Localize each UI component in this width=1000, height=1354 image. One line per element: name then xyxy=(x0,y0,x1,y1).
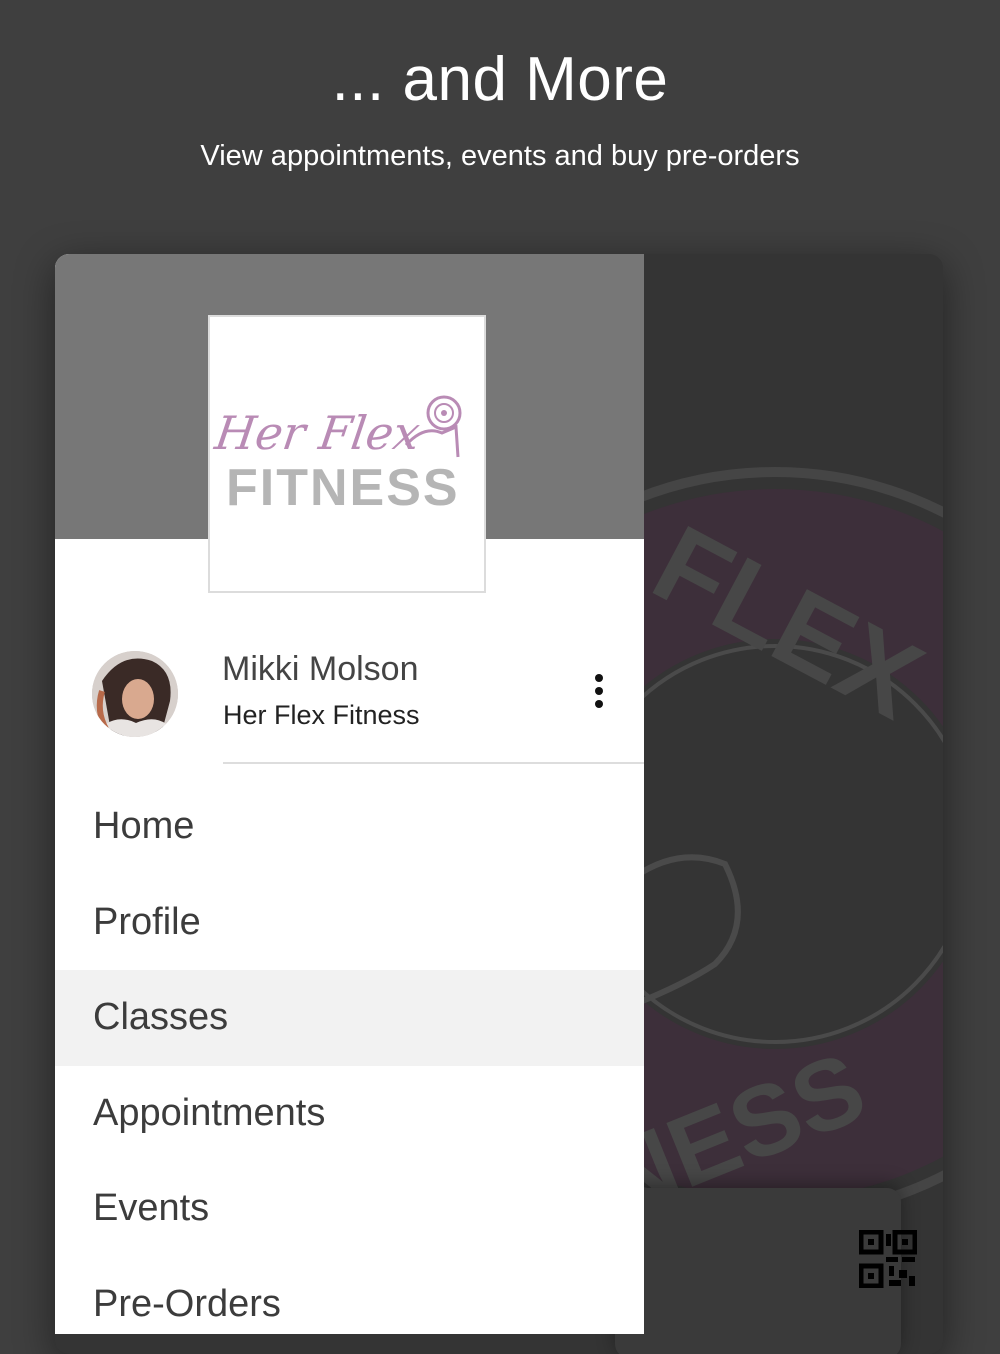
brand-logo: Her Flex FITNESS xyxy=(208,315,486,593)
menu-item-pre-orders[interactable]: Pre-Orders xyxy=(55,1257,644,1335)
avatar[interactable] xyxy=(92,651,178,737)
bottom-card xyxy=(615,1188,917,1354)
menu-item-appointments[interactable]: Appointments xyxy=(55,1066,644,1162)
user-organization: Her Flex Fitness xyxy=(223,700,420,730)
drawer-menu: Home Profile Classes Appointments Events… xyxy=(55,779,644,1334)
navigation-drawer: Her Flex FITNESS Mikki Molson Her Flex F… xyxy=(55,254,644,1334)
profile-divider xyxy=(223,762,644,764)
menu-item-profile[interactable]: Profile xyxy=(55,875,644,971)
logo-script-text: Her Flex xyxy=(211,406,423,460)
hero-subtitle: View appointments, events and buy pre-or… xyxy=(200,140,800,172)
menu-item-classes[interactable]: Classes xyxy=(55,970,644,1066)
user-name: Mikki Molson xyxy=(222,650,419,688)
hero-title: ... and More xyxy=(331,45,669,114)
brand-logo-graphic: Her Flex FITNESS xyxy=(211,395,462,517)
menu-item-events[interactable]: Events xyxy=(55,1161,644,1257)
more-vertical-icon[interactable] xyxy=(587,674,611,714)
user-profile-row[interactable]: Mikki Molson Her Flex Fitness xyxy=(55,644,644,764)
qr-code-icon[interactable] xyxy=(859,1230,917,1288)
avatar-image xyxy=(92,651,178,737)
logo-block-text: FITNESS xyxy=(226,459,460,517)
menu-item-home[interactable]: Home xyxy=(55,779,644,875)
